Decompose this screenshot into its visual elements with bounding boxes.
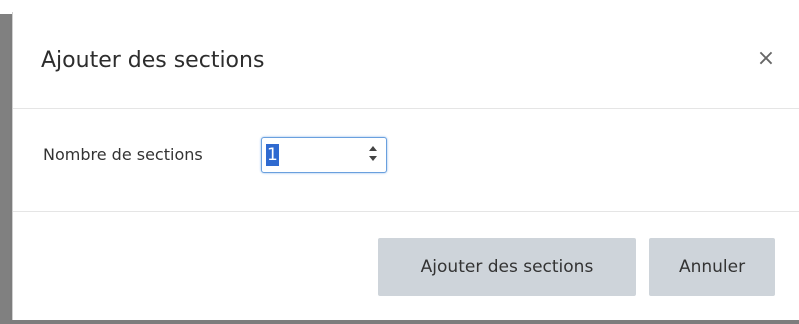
dialog-body: Nombre de sections 1 [13,109,799,212]
spinner-icon[interactable] [368,144,378,166]
sections-count-value[interactable]: 1 [266,144,279,166]
cancel-button[interactable]: Annuler [649,238,775,296]
dialog-header: Ajouter des sections × [13,12,799,109]
background-overlay [0,14,10,324]
sections-count-input[interactable]: 1 [261,137,387,173]
sections-count-label: Nombre de sections [43,145,203,164]
add-sections-dialog: Ajouter des sections × Nombre de section… [12,12,799,320]
close-icon[interactable]: × [756,48,776,70]
dialog-footer: Ajouter des sections Annuler [13,212,799,321]
spinner-down-icon[interactable] [369,156,377,161]
spinner-up-icon[interactable] [369,146,377,151]
dialog-title: Ajouter des sections [41,48,265,73]
add-sections-button[interactable]: Ajouter des sections [378,238,636,296]
